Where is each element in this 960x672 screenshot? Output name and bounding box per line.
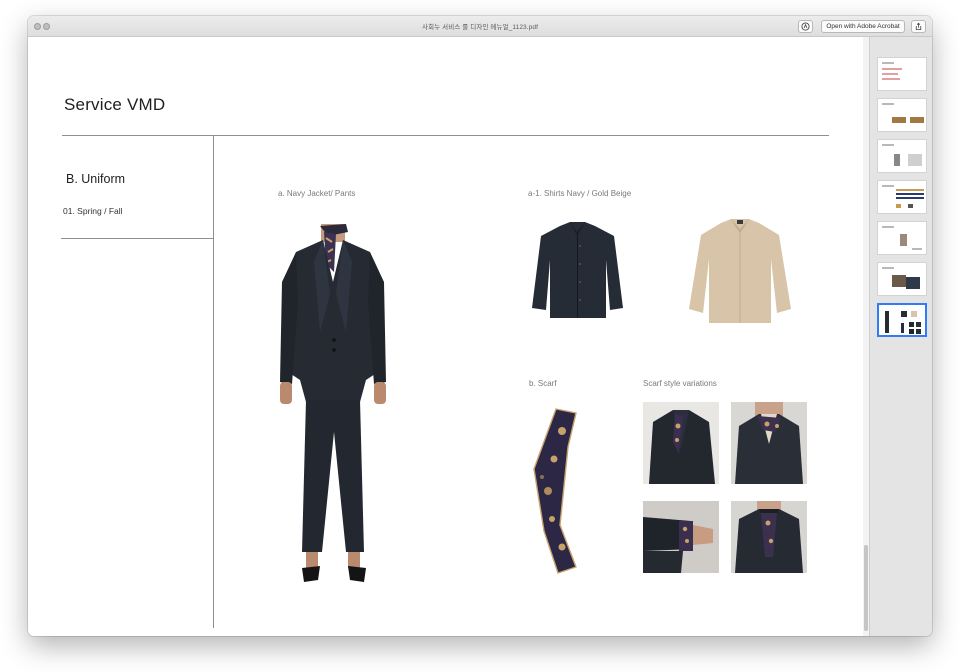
annotate-icon xyxy=(801,22,810,31)
page-thumbnail-6[interactable] xyxy=(877,262,927,296)
caption-navy-jacket: a. Navy Jacket/ Pants xyxy=(278,189,356,198)
beige-shirt-image xyxy=(685,217,795,325)
caption-shirts: a-1. Shirts Navy / Gold Beige xyxy=(528,189,632,198)
page-thumbnail-5[interactable] xyxy=(877,221,927,255)
section-title: B. Uniform xyxy=(66,172,126,186)
open-with-acrobat-button[interactable]: Open with Adobe Acrobat xyxy=(821,20,905,33)
caption-scarf-variations: Scarf style variations xyxy=(643,379,717,388)
navy-suit-image xyxy=(268,222,398,592)
window-title: 사회누 서비스 룰 디자인 메뉴얼_1123.pdf xyxy=(422,24,538,31)
caption-scarf: b. Scarf xyxy=(529,379,557,388)
section-divider xyxy=(61,238,213,239)
scrollbar-thumb[interactable] xyxy=(864,545,868,631)
pdf-viewer-window: 사회누 서비스 룰 디자인 메뉴얼_1123.pdf Open with Ado… xyxy=(28,16,932,636)
page-thumbnail-2[interactable] xyxy=(877,98,927,132)
share-button[interactable] xyxy=(911,20,926,33)
scarf-variation-photo-4 xyxy=(731,501,807,573)
pdf-page[interactable]: Service VMD B. Uniform 01. Spring / Fall… xyxy=(28,37,869,636)
title-bar: 사회누 서비스 룰 디자인 메뉴얼_1123.pdf Open with Ado… xyxy=(28,16,932,37)
scarf-variation-photo-2 xyxy=(731,402,807,484)
scarf-variation-photo-1 xyxy=(643,402,719,484)
page-thumbnail-sidebar xyxy=(869,37,932,636)
column-divider xyxy=(213,136,214,628)
page-thumbnail-3[interactable] xyxy=(877,139,927,173)
share-icon xyxy=(915,22,922,31)
page-title: Service VMD xyxy=(64,95,166,114)
page-thumbnail-1[interactable] xyxy=(877,57,927,91)
scarf-image xyxy=(526,407,582,575)
subsection-title: 01. Spring / Fall xyxy=(63,206,123,216)
page-thumbnail-7[interactable] xyxy=(877,303,927,337)
scarf-variation-photo-3 xyxy=(643,501,719,573)
page-thumbnail-4[interactable] xyxy=(877,180,927,214)
title-divider xyxy=(62,135,829,136)
annotate-button[interactable] xyxy=(798,20,813,33)
navy-shirt-image xyxy=(530,220,625,320)
